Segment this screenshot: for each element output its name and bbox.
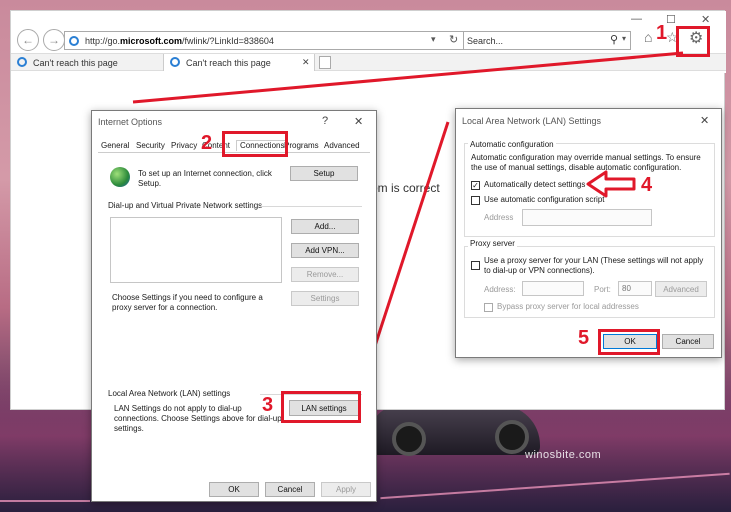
highlight-gear [676,26,710,57]
dialog-title: Internet Options [98,117,163,127]
settings-button[interactable]: Settings [291,291,359,306]
bypass-label: Bypass proxy server for local addresses [497,302,639,311]
dialup-group-label: Dial-up and Virtual Private Network sett… [108,201,263,210]
highlight-connections-tab [222,131,288,157]
bypass-checkbox[interactable] [484,303,493,312]
tab-programs[interactable]: Programs [284,141,319,151]
setup-text: To set up an Internet connection, click … [138,169,272,188]
highlight-ok-button [598,329,660,355]
proxy-port-label: Port: [594,285,611,294]
address-label: Address [484,213,514,222]
connections-listbox[interactable] [110,217,282,283]
setup-button[interactable]: Setup [290,166,358,181]
close-icon[interactable]: ✕ [700,114,709,127]
internet-options-dialog: Internet Options ? ✕ General Security Pr… [91,110,377,502]
proxy-port-input[interactable]: 80 [618,281,652,296]
highlight-lan-settings [281,391,361,423]
step-number-2: 2 [201,132,213,154]
dialog-title: Local Area Network (LAN) Settings [462,116,602,126]
settings-text: Choose Settings if you need to configure… [112,293,263,312]
lan-settings-dialog: Local Area Network (LAN) Settings ✕ Auto… [455,108,722,358]
proxy-address-label: Address: [484,285,516,294]
close-icon[interactable]: ✕ [354,115,363,128]
remove-button[interactable]: Remove... [291,267,359,282]
use-proxy-label: Use a proxy server for your LAN (These s… [484,256,704,275]
use-proxy-checkbox[interactable] [471,261,480,270]
add-button[interactable]: Add... [291,219,359,234]
advanced-button[interactable]: Advanced [655,281,707,297]
ok-button[interactable]: OK [209,482,259,497]
annotation-line-1 [132,51,684,104]
step-number-4: 4 [641,174,653,196]
help-icon[interactable]: ? [322,115,328,127]
tab-privacy[interactable]: Privacy [171,141,197,151]
lan-group-label: Local Area Network (LAN) settings [108,389,231,398]
step-number-3: 3 [262,394,274,416]
step-number-5: 5 [578,327,590,349]
tab-security[interactable]: Security [136,141,165,151]
script-address-input[interactable] [522,209,652,226]
cancel-button[interactable]: Cancel [662,334,714,349]
auto-detect-checkbox[interactable]: ✓ [471,181,480,190]
arrow-left-icon [586,170,636,198]
apply-button[interactable]: Apply [321,482,371,497]
auto-config-label: Automatic configuration [468,140,556,150]
divider [260,206,362,207]
lan-text: LAN Settings do not apply to dial-up con… [114,404,282,433]
proxy-address-input[interactable] [522,281,584,296]
add-vpn-button[interactable]: Add VPN... [291,243,359,258]
tab-general[interactable]: General [101,141,129,151]
globe-icon [110,167,130,187]
proxy-group-label: Proxy server [468,239,517,249]
auto-detect-label: Automatically detect settings [484,180,586,189]
tab-advanced[interactable]: Advanced [324,141,360,151]
cancel-button[interactable]: Cancel [265,482,315,497]
auto-script-checkbox[interactable] [471,196,480,205]
step-number-1: 1 [656,22,668,44]
